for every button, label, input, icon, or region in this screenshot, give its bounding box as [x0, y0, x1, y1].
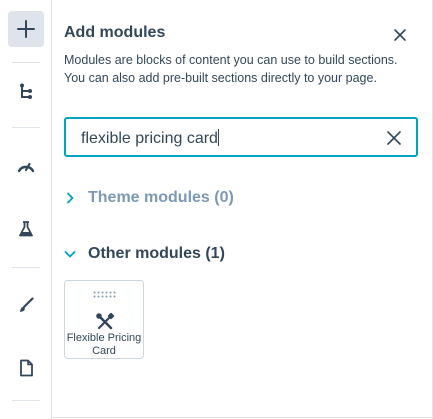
plus-icon [17, 20, 35, 38]
add-modules-button[interactable] [8, 11, 44, 47]
text-cursor [217, 129, 219, 146]
panel-bottom-border [52, 417, 433, 418]
panel-description: Modules are blocks of content you can us… [64, 53, 398, 85]
page-settings-button[interactable] [8, 350, 44, 386]
module-card-flexible-pricing-card[interactable]: Flexible Pricing Card [64, 280, 144, 359]
module-card-label: Flexible Pricing Card [66, 332, 142, 357]
clear-icon [387, 131, 401, 145]
chevron-down-icon [64, 248, 76, 260]
close-icon [394, 29, 406, 41]
flask-icon [19, 221, 33, 237]
clear-search-button[interactable] [386, 130, 402, 146]
other-modules-toggle[interactable]: Other modules (1) [64, 242, 225, 266]
chevron-right-icon [64, 192, 76, 204]
theme-modules-label: Theme modules (0) [88, 189, 234, 206]
search-input-value: flexible pricing card [81, 130, 218, 147]
other-modules-label: Other modules (1) [88, 245, 225, 262]
module-search-input[interactable]: flexible pricing card [64, 117, 418, 157]
rail-divider [12, 267, 40, 268]
rail-divider [12, 127, 40, 128]
panel-title: Add modules [64, 24, 166, 41]
brush-icon [20, 297, 34, 312]
gauge-icon [17, 162, 35, 173]
rail-divider [12, 62, 40, 63]
tree-structure-icon [20, 83, 32, 99]
editor-sidebar-rail [0, 0, 52, 419]
theme-modules-toggle[interactable]: Theme modules (0) [64, 186, 234, 210]
layers-button[interactable] [8, 74, 44, 110]
drag-handle-icon [93, 291, 116, 298]
rail-divider [12, 400, 40, 401]
close-button[interactable] [392, 27, 408, 43]
tools-icon [96, 312, 115, 330]
optimize-button[interactable] [8, 148, 44, 184]
design-button[interactable] [8, 287, 44, 323]
test-button[interactable] [8, 211, 44, 247]
add-modules-panel: Add modules Modules are blocks of conten… [52, 0, 433, 419]
page-icon [20, 359, 33, 377]
